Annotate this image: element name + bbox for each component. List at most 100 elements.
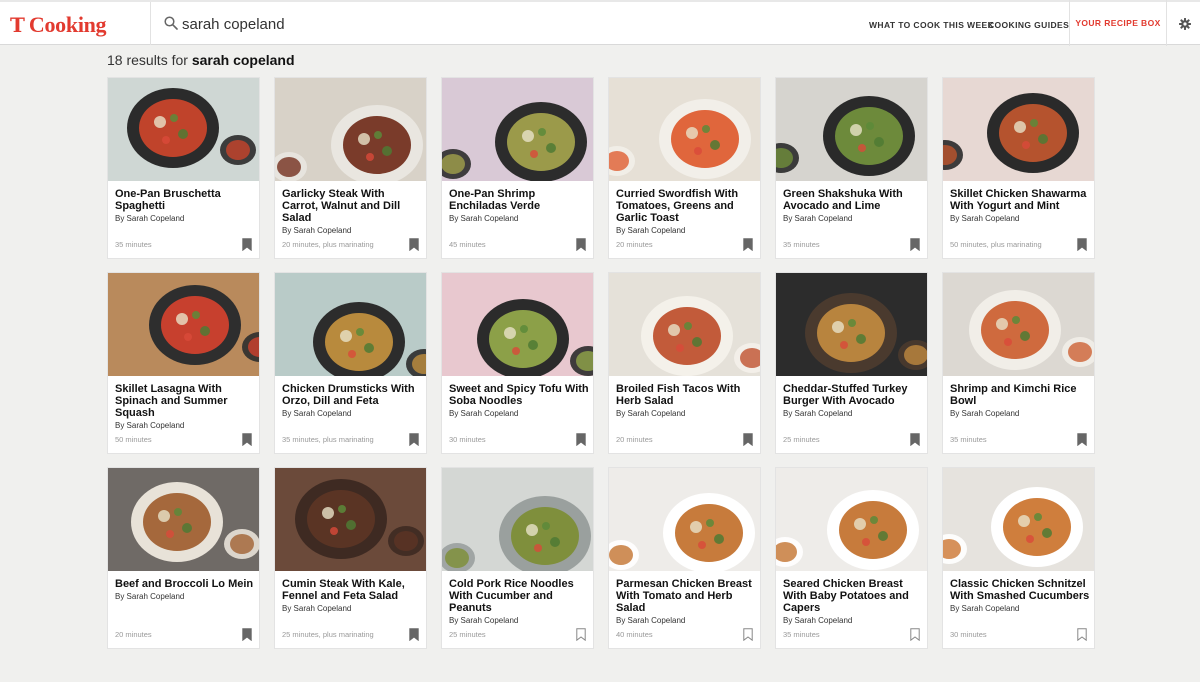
bookmark-icon[interactable] [910, 433, 920, 446]
recipe-byline[interactable]: By Sarah Copeland [783, 408, 923, 419]
recipe-title-text[interactable]: Broiled Fish Tacos With Herb Salad [616, 383, 740, 407]
nyt-cooking-logo[interactable]: T Cooking [10, 10, 107, 40]
recipe-photo[interactable] [275, 78, 426, 181]
recipe-card[interactable]: Classic Chicken Schnitzel With Smashed C… [942, 467, 1095, 649]
recipe-card[interactable]: One-Pan Shrimp Enchiladas Verde By Sarah… [441, 77, 594, 259]
recipe-title-text[interactable]: Skillet Chicken Shawarma With Yogurt and… [950, 188, 1086, 212]
recipe-title[interactable]: Classic Chicken Schnitzel With Smashed C… [950, 578, 1090, 614]
recipe-photo[interactable] [776, 273, 927, 376]
bookmark-icon[interactable] [1077, 433, 1087, 446]
recipe-title-text[interactable]: Parmesan Chicken Breast With Tomato and … [616, 578, 752, 614]
recipe-title-text[interactable]: Chicken Drumsticks With Orzo, Dill and F… [282, 383, 415, 407]
recipe-photo[interactable] [275, 273, 426, 376]
nav-what-to-cook-this-week[interactable]: WHAT TO COOK THIS WEEK [869, 20, 994, 30]
recipe-title[interactable]: Garlicky Steak With Carrot, Walnut and D… [282, 188, 422, 236]
recipe-byline[interactable]: By Sarah Copeland [783, 615, 923, 626]
bookmark-icon[interactable] [743, 238, 753, 251]
recipe-card[interactable]: One-Pan Bruschetta Spaghetti By Sarah Co… [107, 77, 260, 259]
recipe-title-text[interactable]: Beef and Broccoli Lo Mein [115, 578, 253, 590]
nav-cooking-guides[interactable]: COOKING GUIDES [988, 20, 1069, 30]
recipe-title[interactable]: Skillet Chicken Shawarma With Yogurt and… [950, 188, 1090, 224]
recipe-byline[interactable]: By Sarah Copeland [616, 408, 756, 419]
recipe-card[interactable]: Cold Pork Rice Noodles With Cucumber and… [441, 467, 594, 649]
recipe-card[interactable]: Beef and Broccoli Lo Mein By Sarah Copel… [107, 467, 260, 649]
recipe-title[interactable]: Cheddar-Stuffed Turkey Burger With Avoca… [783, 383, 923, 419]
recipe-card[interactable]: Skillet Chicken Shawarma With Yogurt and… [942, 77, 1095, 259]
recipe-title[interactable]: Chicken Drumsticks With Orzo, Dill and F… [282, 383, 422, 419]
bookmark-icon[interactable] [242, 628, 252, 641]
your-recipe-box-button[interactable]: YOUR RECIPE BOX [1069, 0, 1167, 46]
recipe-byline[interactable]: By Sarah Copeland [616, 225, 756, 236]
recipe-card[interactable]: Chicken Drumsticks With Orzo, Dill and F… [274, 272, 427, 454]
recipe-photo[interactable] [776, 468, 927, 571]
recipe-photo[interactable] [943, 78, 1094, 181]
recipe-byline[interactable]: By Sarah Copeland [950, 213, 1090, 224]
recipe-photo[interactable] [108, 78, 259, 181]
recipe-byline[interactable]: By Sarah Copeland [783, 213, 923, 224]
recipe-photo[interactable] [609, 273, 760, 376]
bookmark-icon[interactable] [910, 238, 920, 251]
recipe-byline[interactable]: By Sarah Copeland [115, 420, 255, 431]
recipe-title-text[interactable]: Cold Pork Rice Noodles With Cucumber and… [449, 578, 574, 614]
recipe-byline[interactable]: By Sarah Copeland [950, 603, 1090, 614]
bookmark-icon[interactable] [910, 628, 920, 641]
recipe-title[interactable]: Broiled Fish Tacos With Herb Salad By Sa… [616, 383, 756, 419]
recipe-photo[interactable] [776, 78, 927, 181]
recipe-title-text[interactable]: One-Pan Bruschetta Spaghetti [115, 188, 221, 212]
recipe-title-text[interactable]: Skillet Lasagna With Spinach and Summer … [115, 383, 227, 419]
recipe-card[interactable]: Green Shakshuka With Avocado and Lime By… [775, 77, 928, 259]
recipe-title[interactable]: One-Pan Bruschetta Spaghetti By Sarah Co… [115, 188, 255, 224]
recipe-title-text[interactable]: Seared Chicken Breast With Baby Potatoes… [783, 578, 909, 614]
recipe-byline[interactable]: By Sarah Copeland [616, 615, 756, 626]
recipe-byline[interactable]: By Sarah Copeland [115, 591, 255, 602]
recipe-card[interactable]: Curried Swordfish With Tomatoes, Greens … [608, 77, 761, 259]
recipe-card[interactable]: Broiled Fish Tacos With Herb Salad By Sa… [608, 272, 761, 454]
bookmark-icon[interactable] [409, 433, 419, 446]
bookmark-icon[interactable] [242, 238, 252, 251]
recipe-photo[interactable] [275, 468, 426, 571]
recipe-card[interactable]: Skillet Lasagna With Spinach and Summer … [107, 272, 260, 454]
recipe-byline[interactable]: By Sarah Copeland [449, 213, 589, 224]
recipe-card[interactable]: Shrimp and Kimchi Rice Bowl By Sarah Cop… [942, 272, 1095, 454]
recipe-byline[interactable]: By Sarah Copeland [282, 408, 422, 419]
gear-icon[interactable] [1179, 18, 1191, 30]
recipe-byline[interactable]: By Sarah Copeland [950, 408, 1090, 419]
bookmark-icon[interactable] [743, 628, 753, 641]
recipe-card[interactable]: Cumin Steak With Kale, Fennel and Feta S… [274, 467, 427, 649]
recipe-photo[interactable] [108, 468, 259, 571]
recipe-title-text[interactable]: Sweet and Spicy Tofu With Soba Noodles [449, 383, 589, 407]
recipe-photo[interactable] [609, 78, 760, 181]
recipe-title[interactable]: Green Shakshuka With Avocado and Lime By… [783, 188, 923, 224]
recipe-photo[interactable] [442, 78, 593, 181]
recipe-byline[interactable]: By Sarah Copeland [115, 213, 255, 224]
recipe-title[interactable]: Parmesan Chicken Breast With Tomato and … [616, 578, 756, 626]
recipe-title-text[interactable]: Cheddar-Stuffed Turkey Burger With Avoca… [783, 383, 907, 407]
recipe-photo[interactable] [108, 273, 259, 376]
bookmark-icon[interactable] [743, 433, 753, 446]
recipe-photo[interactable] [943, 468, 1094, 571]
recipe-byline[interactable]: By Sarah Copeland [449, 408, 589, 419]
recipe-photo[interactable] [442, 468, 593, 571]
recipe-title[interactable]: Sweet and Spicy Tofu With Soba Noodles B… [449, 383, 589, 419]
bookmark-icon[interactable] [576, 433, 586, 446]
recipe-title[interactable]: Cold Pork Rice Noodles With Cucumber and… [449, 578, 589, 626]
recipe-byline[interactable]: By Sarah Copeland [282, 603, 422, 614]
recipe-card[interactable]: Garlicky Steak With Carrot, Walnut and D… [274, 77, 427, 259]
bookmark-icon[interactable] [576, 628, 586, 641]
bookmark-icon[interactable] [409, 238, 419, 251]
recipe-card[interactable]: Sweet and Spicy Tofu With Soba Noodles B… [441, 272, 594, 454]
search-icon[interactable] [164, 16, 178, 30]
recipe-title-text[interactable]: Cumin Steak With Kale, Fennel and Feta S… [282, 578, 405, 602]
recipe-card[interactable]: Cheddar-Stuffed Turkey Burger With Avoca… [775, 272, 928, 454]
recipe-photo[interactable] [442, 273, 593, 376]
recipe-title[interactable]: One-Pan Shrimp Enchiladas Verde By Sarah… [449, 188, 589, 224]
recipe-title[interactable]: Cumin Steak With Kale, Fennel and Feta S… [282, 578, 422, 614]
recipe-title[interactable]: Shrimp and Kimchi Rice Bowl By Sarah Cop… [950, 383, 1090, 419]
recipe-title[interactable]: Curried Swordfish With Tomatoes, Greens … [616, 188, 756, 236]
bookmark-icon[interactable] [242, 433, 252, 446]
recipe-byline[interactable]: By Sarah Copeland [449, 615, 589, 626]
recipe-title-text[interactable]: Classic Chicken Schnitzel With Smashed C… [950, 578, 1089, 602]
recipe-photo[interactable] [943, 273, 1094, 376]
recipe-title[interactable]: Seared Chicken Breast With Baby Potatoes… [783, 578, 923, 626]
recipe-card[interactable]: Seared Chicken Breast With Baby Potatoes… [775, 467, 928, 649]
